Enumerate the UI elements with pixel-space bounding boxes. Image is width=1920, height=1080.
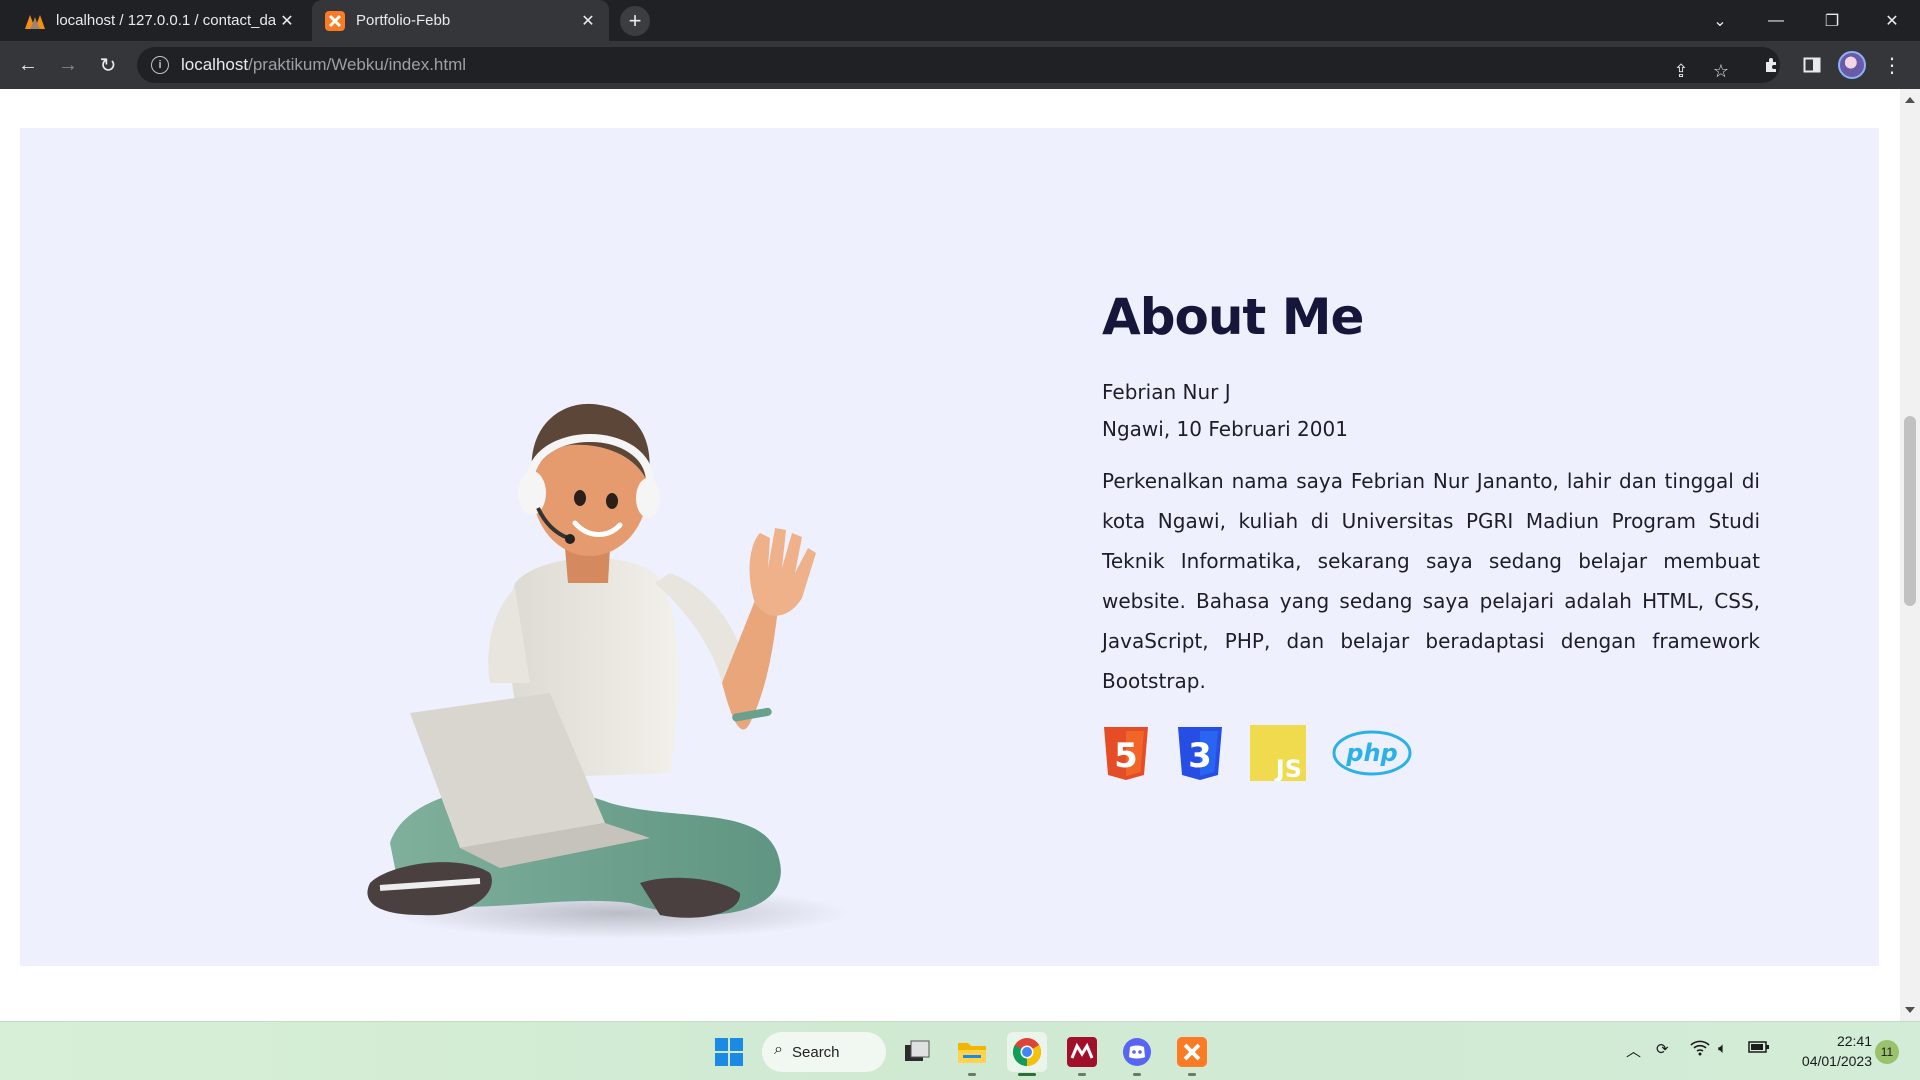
about-section: About Me Febrian Nur J Ngawi, 10 Februar… — [20, 128, 1879, 966]
bookmark-star-icon[interactable]: ☆ — [1705, 55, 1737, 87]
tab-title: Portfolio-Febb — [356, 12, 451, 29]
discord-icon[interactable] — [1117, 1032, 1157, 1076]
php-label: php — [1345, 739, 1397, 767]
skills-icons: 5 3 JS php — [1102, 725, 1760, 781]
about-title: About Me — [1102, 288, 1364, 346]
file-explorer-icon[interactable] — [952, 1032, 992, 1076]
scroll-up-arrow-icon[interactable] — [1905, 97, 1915, 103]
chrome-icon[interactable] — [1007, 1032, 1047, 1076]
window-close-icon[interactable]: ✕ — [1864, 0, 1920, 41]
url-host: localhost — [181, 55, 249, 74]
page-viewport: About Me Febrian Nur J Ngawi, 10 Februar… — [0, 89, 1900, 1021]
xampp-icon — [324, 10, 346, 32]
js-label: JS — [1274, 755, 1302, 781]
tab-phpmyadmin[interactable]: localhost / 127.0.0.1 / contact_da ✕ — [12, 0, 308, 41]
wifi-icon[interactable] — [1690, 1040, 1710, 1060]
address-bar[interactable]: i localhost/praktikum/Webku/index.html ⇪… — [137, 47, 1780, 83]
url-path: /praktikum/Webku/index.html — [248, 55, 467, 74]
restore-icon[interactable]: ❐ — [1804, 0, 1860, 41]
extensions-icon[interactable] — [1756, 49, 1788, 81]
tab-portfolio[interactable]: Portfolio-Febb ✕ — [312, 0, 609, 41]
close-icon[interactable]: ✕ — [577, 10, 599, 32]
html5-icon: 5 — [1104, 727, 1148, 780]
running-indicator — [968, 1073, 976, 1076]
battery-icon[interactable] — [1748, 1040, 1770, 1058]
start-icon[interactable] — [709, 1032, 749, 1072]
mendeley-icon[interactable] — [1062, 1032, 1102, 1076]
forward-icon[interactable]: → — [52, 49, 84, 81]
about-name: Febrian Nur J — [1102, 380, 1231, 404]
page-scrollbar[interactable] — [1900, 89, 1920, 1021]
side-panel-icon[interactable] — [1796, 49, 1828, 81]
back-icon[interactable]: ← — [12, 49, 44, 81]
close-icon[interactable]: ✕ — [276, 10, 298, 32]
html5-label: 5 — [1114, 736, 1138, 776]
running-indicator — [1133, 1073, 1141, 1076]
active-indicator — [1018, 1073, 1036, 1076]
running-indicator — [1078, 1073, 1086, 1076]
js-icon: JS — [1250, 725, 1306, 781]
windows-taskbar: ⌕ Search ︿ ⟳ 🔈︎ 22:41 04/01/2023 11 — [0, 1021, 1920, 1080]
scroll-thumb[interactable] — [1904, 416, 1916, 606]
show-hidden-icons-chevron-icon[interactable]: ︿ — [1626, 1040, 1641, 1061]
profile-avatar[interactable] — [1838, 51, 1866, 79]
task-view-icon[interactable] — [897, 1032, 937, 1072]
clock-date: 04/01/2023 — [1801, 1053, 1872, 1069]
css3-label: 3 — [1188, 736, 1212, 776]
menu-kebab-icon[interactable]: ⋮ — [1876, 49, 1908, 81]
notification-badge[interactable]: 11 — [1875, 1040, 1899, 1064]
php-icon: php — [1332, 730, 1412, 776]
browser-tab-bar: localhost / 127.0.0.1 / contact_da ✕ Por… — [0, 0, 1920, 41]
search-icon: ⌕ — [774, 1041, 783, 1058]
tab-search-chevron-icon[interactable]: ⌄ — [1692, 0, 1748, 41]
browser-toolbar: ← → ↻ i localhost/praktikum/Webku/index.… — [0, 41, 1920, 89]
clock-time: 22:41 — [1836, 1033, 1872, 1049]
share-icon[interactable]: ⇪ — [1665, 55, 1697, 87]
volume-icon[interactable]: 🔈︎ — [1718, 1040, 1727, 1057]
scroll-down-arrow-icon[interactable] — [1905, 1007, 1915, 1013]
minimize-icon[interactable]: — — [1748, 0, 1804, 41]
site-info-icon[interactable]: i — [151, 56, 169, 74]
about-description: Perkenalkan nama saya Febrian Nur Janant… — [1102, 469, 1760, 693]
about-birth: Ngawi, 10 Februari 2001 — [1102, 417, 1348, 441]
sync-icon[interactable]: ⟳ — [1656, 1040, 1669, 1058]
tab-title: localhost / 127.0.0.1 / contact_da — [56, 12, 276, 29]
about-content: About Me Febrian Nur J Ngawi, 10 Februar… — [1102, 288, 1760, 781]
taskbar-search[interactable]: ⌕ Search — [762, 1032, 886, 1072]
system-clock[interactable]: 22:41 04/01/2023 — [1780, 1031, 1872, 1071]
new-tab-button[interactable]: + — [620, 6, 650, 36]
phpmyadmin-icon — [24, 10, 46, 32]
search-label: Search — [792, 1043, 840, 1061]
xampp-icon[interactable] — [1172, 1032, 1212, 1076]
person-with-laptop-illustration — [367, 403, 850, 939]
running-indicator — [1188, 1073, 1196, 1076]
reload-icon[interactable]: ↻ — [92, 49, 124, 81]
css3-icon: 3 — [1178, 727, 1222, 780]
